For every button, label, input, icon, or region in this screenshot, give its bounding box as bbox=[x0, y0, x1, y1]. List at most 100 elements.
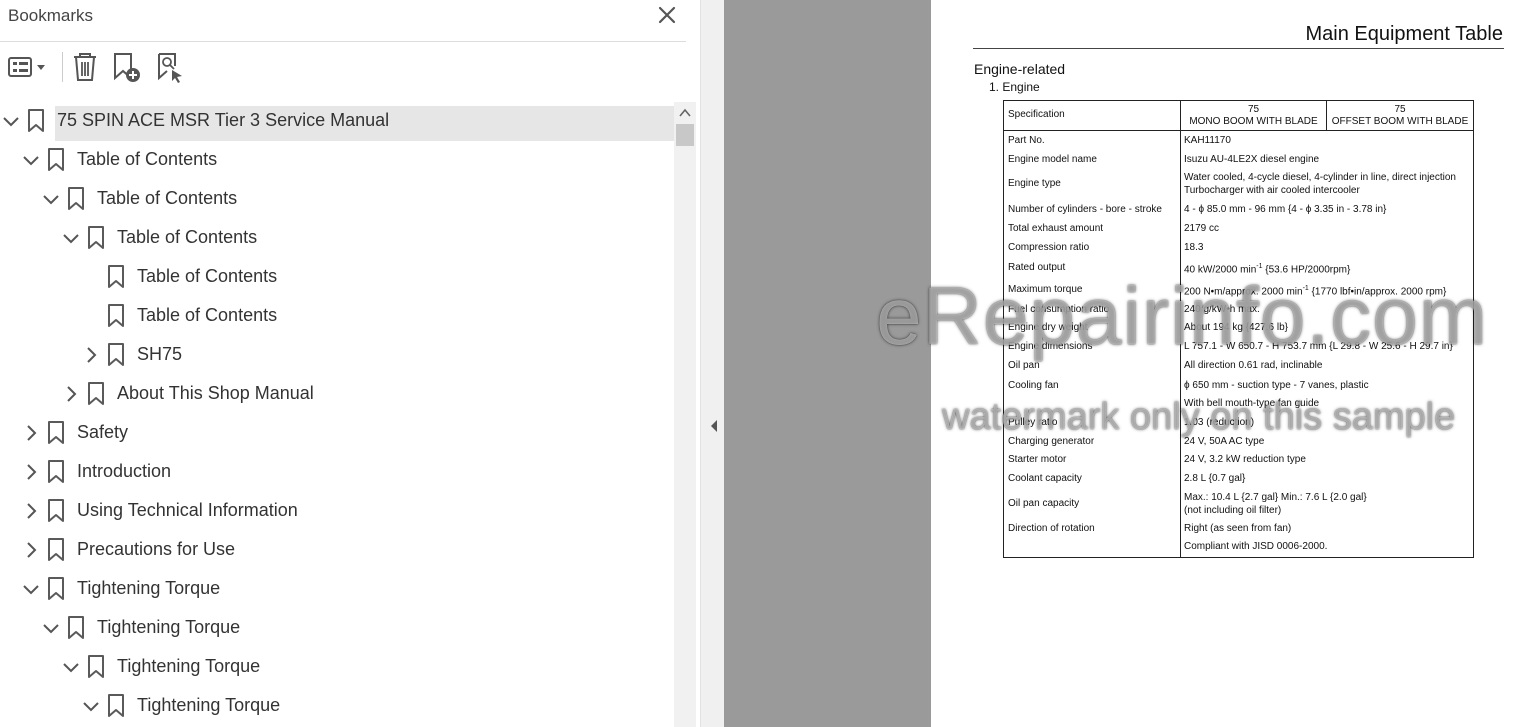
spec-label: Total exhaust amount bbox=[1008, 223, 1104, 234]
spec-value: ϕ 650 mm - suction type - 7 vanes, plast… bbox=[1184, 380, 1369, 391]
bookmark-icon bbox=[46, 576, 66, 602]
chevron-right-icon[interactable] bbox=[20, 422, 42, 444]
header-col2-model: 75 bbox=[1394, 104, 1406, 115]
chevron-down-icon[interactable] bbox=[80, 695, 102, 717]
collapse-panel-icon[interactable] bbox=[708, 418, 720, 434]
bookmark-item-selected[interactable]: 75 SPIN ACE MSR Tier 3 Service Manual bbox=[0, 102, 674, 141]
bookmark-label: About This Shop Manual bbox=[117, 383, 314, 403]
bookmark-item[interactable]: Table of Contents bbox=[0, 141, 674, 180]
spec-value: KAH11170 bbox=[1184, 135, 1231, 146]
bookmark-icon bbox=[66, 615, 86, 641]
chevron-right-icon[interactable] bbox=[60, 383, 82, 405]
bookmark-label: Tightening Torque bbox=[97, 617, 241, 637]
bookmark-item[interactable]: Tightening Torque bbox=[0, 609, 674, 648]
watermark-text: eRepairinfo.com bbox=[876, 271, 1489, 362]
spec-label: Cooling fan bbox=[1008, 380, 1059, 391]
bookmark-icon bbox=[46, 459, 66, 485]
bookmark-label: Tightening Torque bbox=[77, 578, 221, 598]
bookmark-label: Table of Contents bbox=[97, 188, 238, 208]
bookmark-item[interactable]: Using Technical Information bbox=[0, 492, 674, 531]
spec-label: Compression ratio bbox=[1008, 242, 1090, 253]
header-divider bbox=[1004, 130, 1473, 131]
chevron-down-icon[interactable] bbox=[0, 110, 22, 132]
bookmark-item[interactable]: Table of Contents bbox=[0, 219, 674, 258]
spec-label: Number of cylinders - bore - stroke bbox=[1008, 204, 1162, 215]
spec-value: 4 - ϕ 85.0 mm - 96 mm {4 - ϕ 3.35 in - 3… bbox=[1184, 204, 1387, 215]
page-title: Main Equipment Table bbox=[1305, 23, 1503, 45]
scroll-up-icon[interactable] bbox=[674, 104, 696, 122]
trash-icon bbox=[74, 53, 96, 81]
bookmark-tree: 75 SPIN ACE MSR Tier 3 Service Manual Tab… bbox=[0, 102, 674, 727]
chevron-down-icon[interactable] bbox=[20, 578, 42, 600]
list-options-icon bbox=[8, 57, 45, 77]
bookmark-item[interactable]: Table of Contents bbox=[0, 180, 674, 219]
bookmark-item[interactable]: About This Shop Manual bbox=[0, 375, 674, 414]
bookmark-label: Table of Contents bbox=[117, 227, 258, 247]
spec-value: Isuzu AU-4LE2X diesel engine bbox=[1184, 154, 1320, 165]
delete-bookmark-button[interactable] bbox=[68, 48, 102, 86]
bookmark-icon bbox=[86, 654, 106, 680]
spec-label: Coolant capacity bbox=[1008, 473, 1082, 484]
panel-header: Bookmarks bbox=[0, 0, 686, 42]
bookmark-item[interactable]: Introduction bbox=[0, 453, 674, 492]
spec-label: Engine model name bbox=[1008, 154, 1097, 165]
spec-value: 24 V, 3.2 kW reduction type bbox=[1184, 454, 1306, 465]
chevron-right-icon[interactable] bbox=[20, 500, 42, 522]
section-title: Engine-related bbox=[974, 61, 1066, 77]
header-spec: Specification bbox=[1008, 109, 1065, 120]
bookmark-icon bbox=[106, 264, 126, 290]
panel-splitter[interactable] bbox=[700, 0, 724, 727]
header-col1: 75 MONO BOOM WITH BLADE bbox=[1181, 104, 1326, 128]
chevron-down-icon[interactable] bbox=[40, 188, 62, 210]
bookmark-icon bbox=[86, 381, 106, 407]
chevron-down-icon[interactable] bbox=[40, 617, 62, 639]
find-bookmark-button[interactable] bbox=[152, 48, 188, 86]
chevron-right-icon[interactable] bbox=[20, 539, 42, 561]
bookmark-label: Introduction bbox=[77, 461, 172, 481]
spec-value: Water cooled, 4-cycle diesel, 4-cylinder… bbox=[1184, 172, 1456, 183]
subsection-title: 1. Engine bbox=[989, 80, 1040, 94]
spec-value: 18.3 bbox=[1184, 242, 1204, 253]
bookmark-icon bbox=[66, 186, 86, 212]
spec-label: Direction of rotation bbox=[1008, 523, 1095, 534]
bookmark-item[interactable]: Tightening Torque bbox=[0, 570, 674, 609]
bookmark-item[interactable]: Tightening Torque bbox=[0, 687, 674, 726]
spec-value: Right (as seen from fan) bbox=[1184, 523, 1292, 534]
new-bookmark-button[interactable] bbox=[108, 48, 144, 86]
bookmark-item[interactable]: Table of Contents bbox=[0, 258, 674, 297]
close-icon[interactable] bbox=[654, 2, 680, 28]
chevron-down-icon[interactable] bbox=[60, 656, 82, 678]
bookmark-icon bbox=[86, 225, 106, 251]
bookmark-label: Table of Contents bbox=[137, 305, 278, 325]
bookmark-item[interactable]: Table of Contents bbox=[0, 297, 674, 336]
bookmark-item[interactable]: Tightening Torque bbox=[0, 648, 674, 687]
spec-label: Starter motor bbox=[1008, 454, 1067, 465]
bookmark-icon bbox=[46, 147, 66, 173]
chevron-down-icon[interactable] bbox=[60, 227, 82, 249]
bookmark-item[interactable]: Precautions for Use bbox=[0, 531, 674, 570]
spec-value: 2.8 L {0.7 gal} bbox=[1184, 473, 1246, 484]
scroll-thumb[interactable] bbox=[676, 124, 694, 146]
options-menu-button[interactable] bbox=[6, 48, 50, 86]
bookmark-label: Table of Contents bbox=[137, 266, 278, 286]
bookmark-item[interactable]: SH75 bbox=[0, 336, 674, 375]
bookmark-scrollbar[interactable] bbox=[674, 102, 696, 727]
chevron-down-icon[interactable] bbox=[20, 149, 42, 171]
bookmark-label: Precautions for Use bbox=[77, 539, 236, 559]
watermark-subtext: watermark only on this sample bbox=[942, 396, 1456, 438]
bookmark-item[interactable]: Safety bbox=[0, 414, 674, 453]
bookmark-icon bbox=[106, 693, 126, 719]
chevron-right-icon[interactable] bbox=[80, 344, 102, 366]
toolbar-divider bbox=[62, 52, 63, 82]
bookmark-icon bbox=[46, 498, 66, 524]
chevron-right-icon[interactable] bbox=[20, 461, 42, 483]
spec-value: (not including oil filter) bbox=[1184, 505, 1282, 516]
bookmark-label: 75 SPIN ACE MSR Tier 3 Service Manual bbox=[57, 110, 390, 130]
bookmark-label: Tightening Torque bbox=[117, 656, 261, 676]
bookmark-add-icon bbox=[114, 53, 140, 82]
bookmark-label: Using Technical Information bbox=[77, 500, 298, 520]
spec-label: Engine type bbox=[1008, 178, 1061, 189]
bookmarks-toolbar bbox=[0, 48, 686, 88]
spec-value: Max.: 10.4 L {2.7 gal} Min.: 7.6 L {2.0 … bbox=[1184, 492, 1367, 503]
bookmark-label: Table of Contents bbox=[77, 149, 218, 169]
